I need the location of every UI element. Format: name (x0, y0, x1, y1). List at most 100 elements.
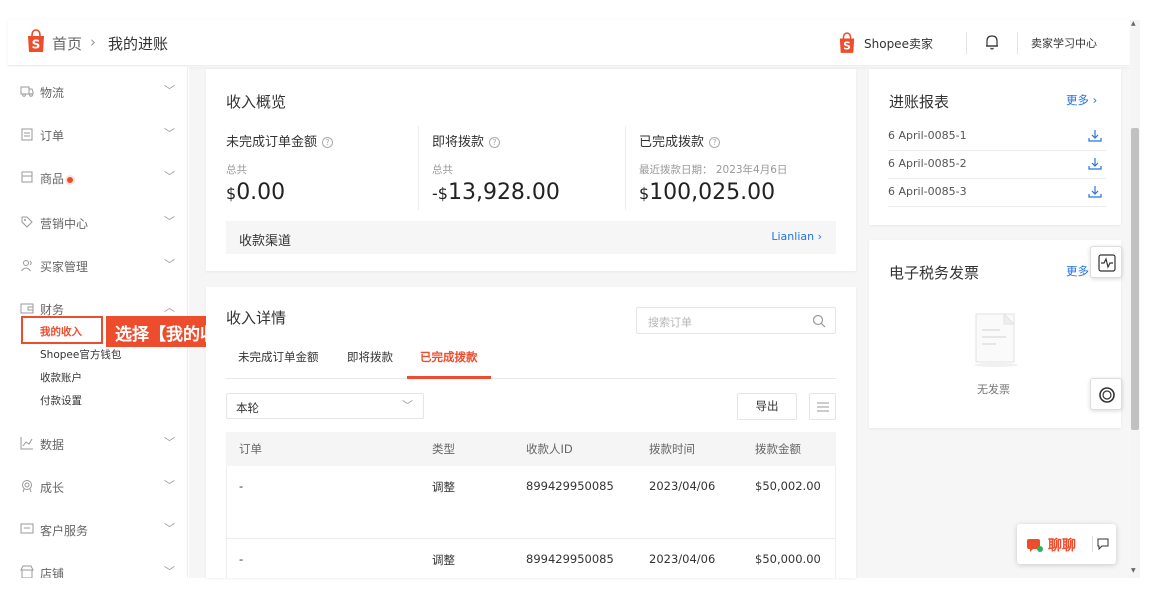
reports-more-link[interactable]: 更多 › (1066, 92, 1097, 108)
period-select[interactable]: 本轮 ﹀ (226, 393, 424, 419)
completed-payout-amount: $100,025.00 (639, 180, 776, 205)
upcoming-payout-amount: -$13,928.00 (432, 180, 560, 205)
learning-center-link[interactable]: 卖家学习中心 (1031, 35, 1097, 51)
chevron-down-icon: ﹀ (164, 84, 175, 97)
box-icon (21, 171, 33, 183)
download-icon[interactable] (1088, 185, 1102, 199)
income-overview-title: 收入概览 (226, 93, 287, 111)
income-reports-title: 进账报表 (889, 93, 950, 111)
column-header: 订单 (239, 442, 262, 456)
scrollbar-thumb[interactable] (1131, 128, 1139, 430)
report-item[interactable]: 6 April-0085-3 (888, 185, 967, 198)
sidebar-item-orders[interactable]: 订单 ﹀ (8, 119, 187, 149)
chevron-down-icon: ﹀ (164, 127, 175, 140)
upcoming-payout-label: 即将拨款? (432, 131, 501, 150)
payout-channel-link[interactable]: Lianlian › (771, 230, 822, 243)
chat-bubble-icon (1027, 539, 1043, 552)
scroll-down-arrow[interactable]: ▼ (1131, 567, 1136, 574)
help-icon[interactable]: ? (709, 137, 721, 148)
completed-payout-label: 已完成拨款? (639, 131, 721, 150)
chevron-up-icon: ︿ (164, 301, 175, 314)
payout-channel-label: 收款渠道 (239, 234, 292, 249)
menu-icon (817, 402, 829, 412)
e-invoice-title: 电子税务发票 (889, 264, 980, 282)
bell-icon[interactable] (984, 33, 1000, 51)
sidebar-sub-bank-account[interactable]: 收款账户 (40, 370, 82, 385)
sidebar-sub-payment-settings[interactable]: 付款设置 (40, 393, 82, 408)
sidebar-item-products[interactable]: 商品 ﹀ (8, 162, 187, 192)
chat-icon (20, 523, 34, 534)
sidebar-item-buyers[interactable]: 买家管理 ﹀ (8, 250, 187, 280)
chevron-down-icon: ﹀ (164, 258, 175, 271)
sidebar-item-label: 店铺 (40, 567, 65, 578)
chart-icon (20, 437, 33, 450)
column-header: 拨款时间 (649, 442, 695, 456)
clipboard-icon (21, 128, 33, 141)
empty-document-icon (974, 312, 1018, 367)
store-icon (20, 565, 34, 578)
table-cell: 调整 (432, 553, 455, 567)
pending-orders-label: 未完成订单金额? (226, 131, 334, 150)
download-icon[interactable] (1088, 157, 1102, 171)
download-icon[interactable] (1088, 129, 1102, 143)
activity-monitor-button[interactable] (1090, 246, 1122, 278)
tab-upcoming-payout[interactable]: 即将拨款 (347, 349, 393, 365)
report-item[interactable]: 6 April-0085-2 (888, 157, 967, 170)
sidebar-item-marketing[interactable]: 营销中心 ﹀ (8, 207, 187, 237)
period-select-value: 本轮 (236, 401, 259, 415)
sidebar-item-customer-service[interactable]: 客户服务 ﹀ (8, 514, 188, 544)
scroll-up-arrow[interactable]: ▲ (1131, 20, 1136, 27)
chat-widget[interactable]: 聊聊 (1017, 524, 1116, 564)
breadcrumb-separator: › (90, 33, 96, 51)
tabs-divider (226, 378, 836, 379)
report-divider (888, 150, 1106, 151)
table-cell: 调整 (432, 480, 455, 494)
active-tab-indicator (407, 376, 491, 379)
help-icon[interactable]: ? (489, 137, 501, 148)
collapse-icon[interactable] (1097, 538, 1109, 550)
seller-brand-label[interactable]: Shopee卖家 (864, 35, 933, 52)
tab-pending-orders[interactable]: 未完成订单金额 (238, 349, 319, 365)
pending-orders-amount: $0.00 (226, 180, 286, 205)
columns-menu-button[interactable] (809, 393, 836, 420)
pulse-icon (1098, 254, 1116, 272)
report-item[interactable]: 6 April-0085-1 (888, 129, 967, 142)
sidebar-item-label: 客户服务 (40, 524, 89, 538)
sidebar-item-label: 成长 (40, 481, 65, 495)
tab-completed-payout[interactable]: 已完成拨款 (420, 349, 478, 365)
sidebar-sub-my-income[interactable]: 我的收入 (21, 316, 103, 344)
chevron-down-icon: ﹀ (164, 436, 175, 449)
order-search-input[interactable]: 搜索订单 (636, 307, 836, 334)
breadcrumb-home[interactable]: 首页 (52, 33, 82, 54)
users-icon (21, 260, 32, 272)
sidebar-item-label: 买家管理 (40, 260, 89, 274)
last-payout-date: 最近拨款日期： 2023年4月6日 (639, 164, 788, 176)
sidebar-item-store[interactable]: 店铺 ﹀ (8, 557, 188, 578)
table-cell: 2023/04/06 (649, 552, 716, 566)
header-divider (966, 32, 967, 54)
sidebar-sub-shopee-wallet[interactable]: Shopee官方钱包 (40, 347, 121, 362)
medal-icon (22, 480, 32, 493)
chat-label: 聊聊 (1048, 538, 1076, 554)
report-divider (888, 206, 1106, 207)
sidebar-item-data[interactable]: 数据 ﹀ (8, 428, 188, 458)
shopee-seller-logo[interactable]: S (838, 32, 856, 54)
payout-channel-bar: 收款渠道 Lianlian › (226, 221, 836, 254)
svg-text:S: S (32, 38, 41, 52)
support-button[interactable] (1090, 378, 1122, 410)
chevron-down-icon: ﹀ (402, 399, 413, 412)
wallet-icon (20, 303, 34, 314)
help-icon[interactable]: ? (322, 137, 334, 148)
page-title: 我的进账 (108, 35, 169, 53)
table-cell: $50,002.00 (755, 479, 821, 493)
search-icon[interactable] (812, 314, 826, 328)
shopee-logo[interactable]: S (26, 29, 46, 53)
sidebar-item-logistics[interactable]: 物流 ﹀ (8, 76, 187, 106)
invoice-more-link[interactable]: 更多 (1066, 263, 1089, 279)
sidebar-item-growth[interactable]: 成长 ﹀ (8, 471, 188, 501)
export-button[interactable]: 导出 (737, 393, 797, 420)
sidebar-item-label: 数据 (40, 438, 65, 452)
table-cell: $50,000.00 (755, 552, 821, 566)
table-cell: - (239, 552, 244, 566)
sidebar-item-label: 订单 (40, 129, 65, 143)
